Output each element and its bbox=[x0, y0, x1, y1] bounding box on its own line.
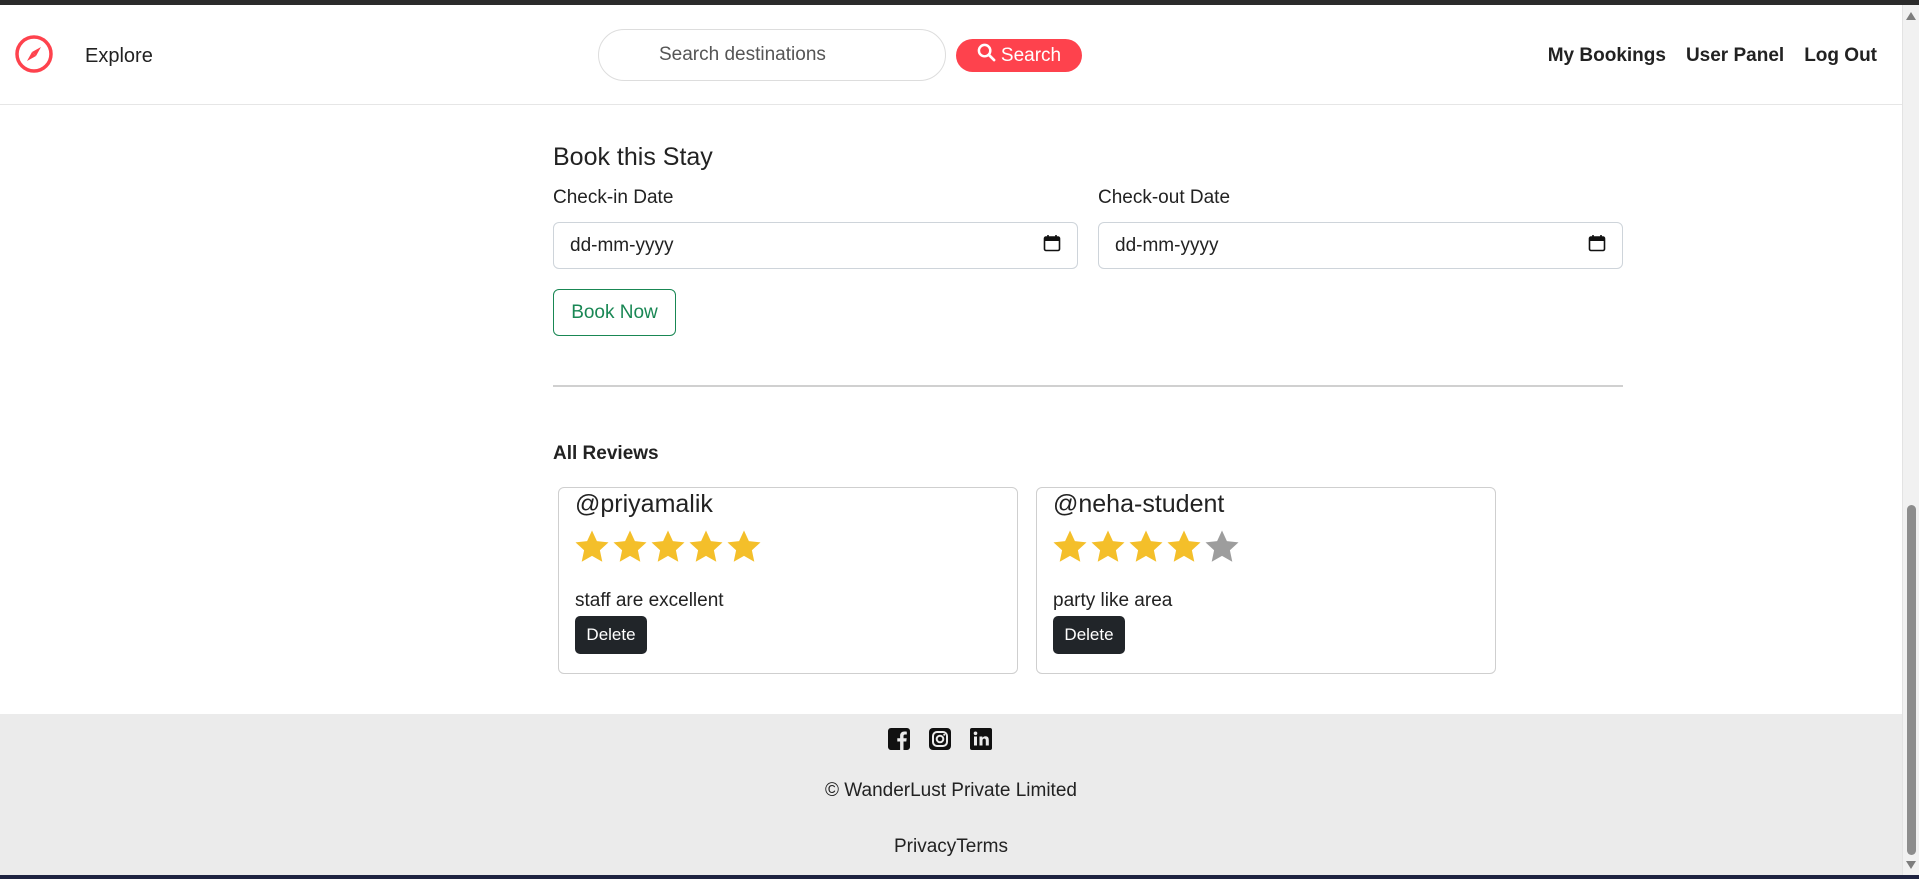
linkedin-icon[interactable] bbox=[969, 727, 993, 751]
star-filled-icon bbox=[1165, 528, 1203, 566]
star-rating bbox=[1051, 528, 1241, 566]
footer: © WanderLust Private Limited PrivacyTerm… bbox=[0, 714, 1902, 875]
facebook-icon[interactable] bbox=[887, 727, 911, 751]
nav-log-out-link[interactable]: Log Out bbox=[1804, 45, 1877, 67]
privacy-link[interactable]: Privacy bbox=[894, 836, 956, 857]
star-filled-icon bbox=[725, 528, 763, 566]
window-bottom-bar bbox=[0, 875, 1919, 879]
copyright-text: © WanderLust Private Limited bbox=[825, 780, 1077, 801]
search-icon bbox=[977, 43, 996, 68]
checkin-label: Check-in Date bbox=[553, 187, 674, 208]
book-now-button[interactable]: Book Now bbox=[553, 289, 676, 336]
calendar-icon[interactable] bbox=[1043, 234, 1061, 258]
section-divider bbox=[553, 385, 1623, 387]
page-scrollbar[interactable] bbox=[1902, 5, 1919, 875]
scrollbar-thumb[interactable] bbox=[1907, 505, 1916, 855]
reviews-heading: All Reviews bbox=[553, 443, 659, 464]
checkin-date-value: dd-mm-yyyy bbox=[570, 234, 674, 256]
nav-explore-link[interactable]: Explore bbox=[85, 45, 153, 68]
star-filled-icon bbox=[611, 528, 649, 566]
review-author: @priyamalik bbox=[575, 490, 713, 518]
checkout-date-value: dd-mm-yyyy bbox=[1115, 234, 1219, 256]
navbar: Explore Search My Bookings User Panel Lo… bbox=[0, 5, 1902, 105]
review-card: @neha-student party like area Delete bbox=[1036, 487, 1496, 674]
review-comment: party like area bbox=[1053, 590, 1173, 611]
social-links bbox=[887, 727, 993, 751]
nav-links: My Bookings User Panel Log Out bbox=[1548, 45, 1877, 67]
delete-review-button[interactable]: Delete bbox=[1053, 616, 1125, 654]
instagram-icon[interactable] bbox=[928, 727, 952, 751]
checkin-date-field[interactable]: dd-mm-yyyy bbox=[553, 222, 1078, 269]
star-filled-icon bbox=[573, 528, 611, 566]
checkout-label: Check-out Date bbox=[1098, 187, 1231, 208]
review-comment: staff are excellent bbox=[575, 590, 724, 611]
footer-links: PrivacyTerms bbox=[0, 836, 1902, 858]
nav-my-bookings-link[interactable]: My Bookings bbox=[1548, 45, 1666, 67]
search-button[interactable]: Search bbox=[956, 39, 1082, 72]
star-filled-icon bbox=[1127, 528, 1165, 566]
delete-review-button[interactable]: Delete bbox=[575, 616, 647, 654]
star-filled-icon bbox=[687, 528, 725, 566]
nav-user-panel-link[interactable]: User Panel bbox=[1686, 45, 1784, 67]
star-filled-icon bbox=[649, 528, 687, 566]
booking-title: Book this Stay bbox=[553, 143, 713, 171]
star-filled-icon bbox=[1051, 528, 1089, 566]
scroll-up-arrow-icon[interactable] bbox=[1906, 12, 1916, 20]
terms-link[interactable]: Terms bbox=[956, 836, 1008, 857]
compass-icon[interactable] bbox=[14, 34, 54, 74]
search-input[interactable] bbox=[598, 29, 946, 81]
star-empty-icon bbox=[1203, 528, 1241, 566]
search-button-label: Search bbox=[1000, 44, 1062, 66]
checkout-date-field[interactable]: dd-mm-yyyy bbox=[1098, 222, 1623, 269]
calendar-icon[interactable] bbox=[1588, 234, 1606, 258]
star-filled-icon bbox=[1089, 528, 1127, 566]
review-author: @neha-student bbox=[1053, 490, 1225, 518]
star-rating bbox=[573, 528, 763, 566]
review-card: @priyamalik staff are excellent Delete bbox=[558, 487, 1018, 674]
scroll-down-arrow-icon[interactable] bbox=[1906, 861, 1916, 869]
